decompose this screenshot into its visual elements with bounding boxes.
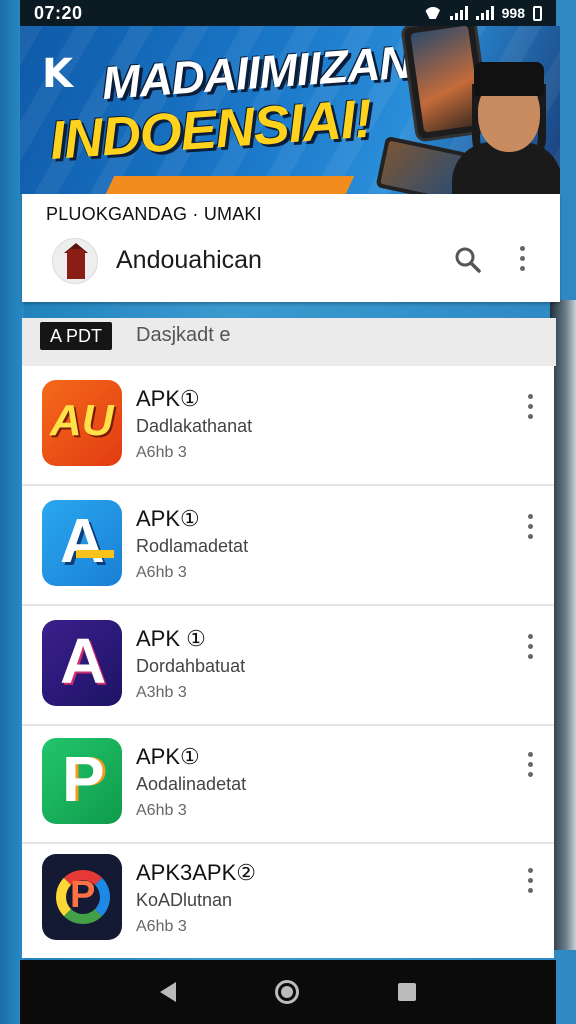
app-list: AU APK① Dadlakathanat A6hb 3 A APK① Rodl… bbox=[22, 366, 554, 958]
more-vert-icon bbox=[518, 864, 542, 893]
app-icon-text: A bbox=[60, 507, 105, 576]
app-overflow-button[interactable] bbox=[518, 864, 542, 898]
orange-au-logo-icon: AU bbox=[42, 380, 122, 466]
blue-a-logo-icon: A bbox=[42, 500, 122, 586]
section-title: Dasjkadt e bbox=[136, 324, 231, 346]
promo-banner[interactable]: K MADAIIMIIZAN INDOENSIAI! bbox=[20, 26, 560, 194]
store-avatar[interactable] bbox=[52, 238, 98, 284]
purple-a-logo-icon: A bbox=[42, 620, 122, 706]
store-header: PLUOKGANDAG · UMAKI Andouahican bbox=[22, 194, 560, 302]
app-name: APK ① bbox=[136, 626, 206, 651]
battery-icon bbox=[533, 5, 542, 21]
more-vert-icon bbox=[518, 510, 542, 539]
more-vert-icon bbox=[510, 242, 534, 271]
app-developer: Dadlakathanat bbox=[136, 416, 253, 436]
app-developer: Rodlamadetat bbox=[136, 536, 249, 556]
app-icon-accent bbox=[76, 550, 114, 558]
signal-icon-2 bbox=[475, 6, 494, 20]
app-size: A6hb 3 bbox=[136, 918, 187, 935]
app-developer: Aodalinadetat bbox=[136, 774, 247, 794]
app-icon-text: A bbox=[60, 625, 107, 697]
signal-icon bbox=[449, 6, 468, 20]
store-name: Andouahican bbox=[116, 246, 262, 274]
list-item[interactable]: A APK① Rodlamadetat A6hb 3 bbox=[22, 486, 554, 606]
banner-stripe bbox=[105, 176, 355, 194]
app-overflow-button[interactable] bbox=[518, 748, 542, 782]
search-icon bbox=[455, 247, 481, 273]
app-name: APK① bbox=[136, 506, 200, 531]
list-item[interactable]: AU APK① Dadlakathanat A6hb 3 bbox=[22, 366, 554, 486]
app-overflow-button[interactable] bbox=[518, 390, 542, 424]
app-size: A6hb 3 bbox=[136, 444, 187, 461]
person-illustration bbox=[452, 44, 560, 194]
app-overflow-button[interactable] bbox=[518, 630, 542, 664]
app-size: A6hb 3 bbox=[136, 564, 187, 581]
more-vert-icon bbox=[518, 630, 542, 659]
status-time: 07:20 bbox=[34, 2, 83, 23]
wifi-icon bbox=[424, 7, 442, 19]
app-size: A3hb 3 bbox=[136, 684, 187, 701]
breadcrumb: PLUOKGANDAG · UMAKI bbox=[46, 204, 262, 224]
status-right-text: 998 bbox=[501, 5, 525, 21]
app-icon-text: P bbox=[70, 874, 96, 916]
app-icon-text: P bbox=[62, 743, 105, 815]
app-developer: KoADlutnan bbox=[136, 890, 233, 910]
app-name: APK3APK② bbox=[136, 860, 257, 885]
back-icon[interactable] bbox=[159, 982, 176, 1002]
app-developer: Dordahbatuat bbox=[136, 656, 246, 676]
list-item[interactable]: P APK① Aodalinadetat A6hb 3 bbox=[22, 724, 554, 844]
recent-apps-icon[interactable] bbox=[398, 983, 417, 1001]
app-overflow-button[interactable] bbox=[518, 510, 542, 544]
overflow-menu-button[interactable] bbox=[510, 242, 534, 278]
app-name: APK① bbox=[136, 386, 200, 411]
list-item[interactable]: A APK ① Dordahbatuat A3hb 3 bbox=[22, 606, 554, 726]
status-icons: 998 bbox=[424, 5, 542, 21]
navigation-bar bbox=[20, 960, 556, 1024]
green-p-logo-icon: P bbox=[42, 738, 122, 824]
section-tag: A PDT bbox=[40, 322, 113, 350]
app-icon-text: AU bbox=[50, 396, 114, 445]
banner-logo-icon: K bbox=[42, 51, 73, 97]
app-name: APK① bbox=[136, 744, 200, 769]
color-p-logo-icon: P bbox=[42, 854, 122, 940]
section-header: A PDT Dasjkadt e bbox=[22, 318, 556, 366]
app-size: A6hb 3 bbox=[136, 802, 187, 819]
more-vert-icon bbox=[518, 390, 542, 419]
list-item[interactable]: P APK3APK② KoADlutnan A6hb 3 bbox=[22, 840, 554, 960]
more-vert-icon bbox=[518, 748, 542, 777]
status-bar: 07:20 998 bbox=[20, 0, 556, 26]
home-icon[interactable] bbox=[274, 980, 299, 1004]
search-button[interactable] bbox=[450, 242, 486, 278]
